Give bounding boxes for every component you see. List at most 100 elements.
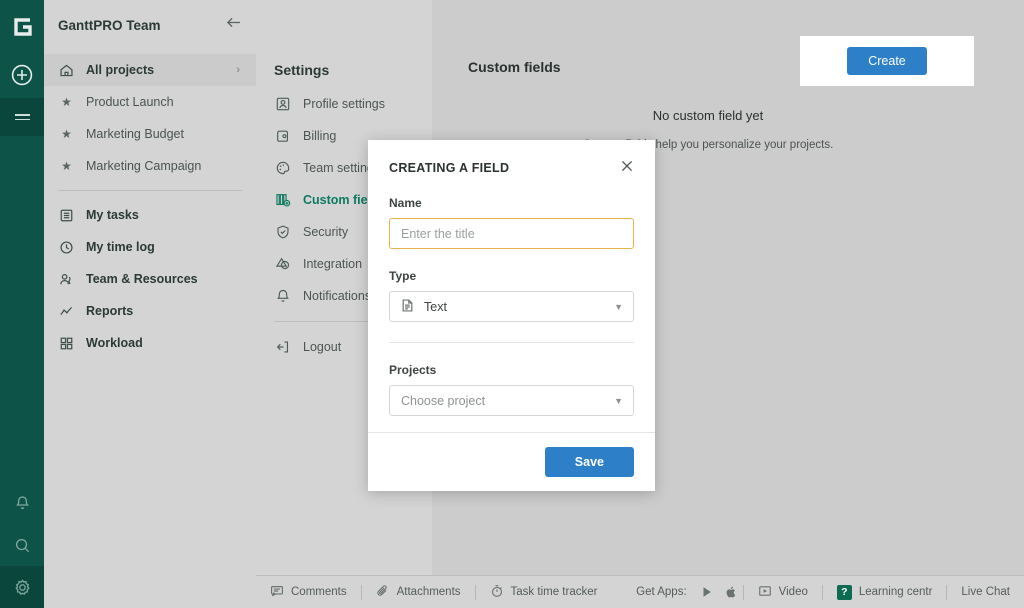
people-icon <box>58 271 75 288</box>
live-chat-label: Live Chat <box>961 586 1010 598</box>
dialog-body: Name Type Text ▼ Projects Choose project… <box>368 182 655 432</box>
settings-title: Settings <box>274 62 330 78</box>
star-icon: ★ <box>61 159 72 173</box>
search-icon[interactable] <box>0 524 44 566</box>
sidebar-item-marketing-campaign[interactable]: ★ Marketing Campaign <box>44 150 256 182</box>
sidebar-item-label: My tasks <box>86 208 139 222</box>
sidebar-item-reports[interactable]: Reports <box>44 295 256 327</box>
question-mark-icon: ? <box>836 584 852 600</box>
sidebar-item-my-tasks[interactable]: My tasks <box>44 199 256 231</box>
home-icon <box>58 62 75 79</box>
sidebar-item-label: Marketing Campaign <box>86 159 202 173</box>
settings-item-label: Security <box>303 225 349 239</box>
stopwatch-icon <box>490 584 504 601</box>
empty-state-title: No custom field yet <box>652 108 764 123</box>
sidebar-item-label: My time log <box>86 240 155 254</box>
page-title: Custom fields <box>468 59 561 75</box>
projects-select[interactable]: Choose project ▼ <box>389 385 634 416</box>
settings-item-label: Notifications <box>303 289 372 303</box>
integration-icon <box>274 255 292 273</box>
shield-icon <box>274 223 292 241</box>
list-icon <box>58 207 75 224</box>
notifications-icon[interactable] <box>0 482 44 524</box>
sidebar-item-label: Product Launch <box>86 95 174 109</box>
type-select[interactable]: Text ▼ <box>389 291 634 322</box>
name-input[interactable] <box>389 218 634 249</box>
dialog-footer: Save <box>368 432 655 491</box>
rail-bottom-group <box>0 482 44 608</box>
sidebar-item-label: Team & Resources <box>86 272 198 286</box>
attachments-button[interactable]: Attachments <box>362 584 475 601</box>
wallet-icon <box>274 127 292 145</box>
add-icon[interactable] <box>0 58 44 92</box>
bottom-bar: Comments Attachments Task time tracker G… <box>256 575 1024 608</box>
sidebar-item-product-launch[interactable]: ★ Product Launch <box>44 86 256 118</box>
collapse-sidebar-icon[interactable] <box>225 15 242 35</box>
document-icon <box>400 298 415 316</box>
sidebar-item-label: All projects <box>86 63 155 77</box>
projects-sidebar: GanttPRO Team All projects › ★ Product L… <box>44 0 256 608</box>
profile-icon <box>274 95 292 113</box>
palette-icon <box>274 159 292 177</box>
comments-label: Comments <box>291 586 347 598</box>
sidebar-item-workload[interactable]: Workload <box>44 327 256 359</box>
grid-icon <box>58 335 75 352</box>
learning-center-button[interactable]: ? Learning centr <box>823 584 947 600</box>
app-root: GanttPRO Team All projects › ★ Product L… <box>0 0 1024 608</box>
sidebar-item-all-projects[interactable]: All projects › <box>44 54 256 86</box>
chevron-down-icon: ▼ <box>614 301 623 312</box>
chevron-down-icon: ▼ <box>614 395 623 406</box>
google-play-icon[interactable] <box>695 585 719 599</box>
create-button[interactable]: Create <box>847 47 927 75</box>
settings-item-label: Profile settings <box>303 97 385 111</box>
sidebar-item-label: Reports <box>86 304 134 318</box>
sidebar-list: All projects › ★ Product Launch ★ Market… <box>44 50 256 359</box>
learning-center-label: Learning centr <box>858 586 933 598</box>
app-logo[interactable] <box>0 8 44 46</box>
save-button[interactable]: Save <box>544 447 634 477</box>
sidebar-item-marketing-budget[interactable]: ★ Marketing Budget <box>44 118 256 150</box>
comments-button[interactable]: Comments <box>256 584 361 601</box>
settings-item-profile-settings[interactable]: Profile settings <box>256 88 432 120</box>
settings-item-label: Billing <box>303 129 337 143</box>
name-field-label: Name <box>389 196 422 210</box>
sidebar-item-team-resources[interactable]: Team & Resources <box>44 263 256 295</box>
sidebar-header: GanttPRO Team <box>44 0 256 50</box>
menu-icon[interactable] <box>0 98 44 136</box>
close-icon[interactable] <box>619 158 635 178</box>
sidebar-item-label: Marketing Budget <box>86 127 184 141</box>
custom-fields-icon <box>274 191 292 209</box>
apple-icon[interactable] <box>719 585 743 599</box>
bottom-bar-right: Get Apps: Video ? Learning centr Live Ch… <box>622 584 1024 601</box>
task-time-tracker-button[interactable]: Task time tracker <box>476 584 612 601</box>
global-nav-rail <box>0 0 44 608</box>
bell-icon <box>274 287 292 305</box>
star-icon: ★ <box>61 127 72 141</box>
logout-icon <box>274 338 292 356</box>
video-label: Video <box>778 586 808 598</box>
type-field-label: Type <box>389 269 417 283</box>
sidebar-item-label: Workload <box>86 336 143 350</box>
comment-icon <box>270 584 284 601</box>
type-select-value: Text <box>424 299 447 314</box>
chart-icon <box>58 303 75 320</box>
task-time-tracker-label: Task time tracker <box>510 586 598 598</box>
workspace-title: GanttPRO Team <box>58 17 161 33</box>
projects-select-value: Choose project <box>401 393 486 408</box>
live-chat-button[interactable]: Live Chat <box>947 586 1024 598</box>
dialog-header: CREATING A FIELD <box>368 140 655 182</box>
chevron-right-icon[interactable]: › <box>236 64 240 76</box>
dialog-section-divider <box>389 342 634 343</box>
settings-item-label: Integration <box>303 257 363 271</box>
video-button[interactable]: Video <box>744 584 822 601</box>
sidebar-item-my-time-log[interactable]: My time log <box>44 231 256 263</box>
clock-icon <box>58 239 75 256</box>
sidebar-divider <box>58 190 242 191</box>
dialog-title: CREATING A FIELD <box>389 161 510 175</box>
settings-gear-icon[interactable] <box>0 566 44 608</box>
paperclip-icon <box>376 584 390 601</box>
get-apps-label: Get Apps: <box>636 586 687 598</box>
settings-item-label: Logout <box>303 340 342 354</box>
create-panel: Create <box>800 36 974 86</box>
projects-field-label: Projects <box>389 363 437 377</box>
